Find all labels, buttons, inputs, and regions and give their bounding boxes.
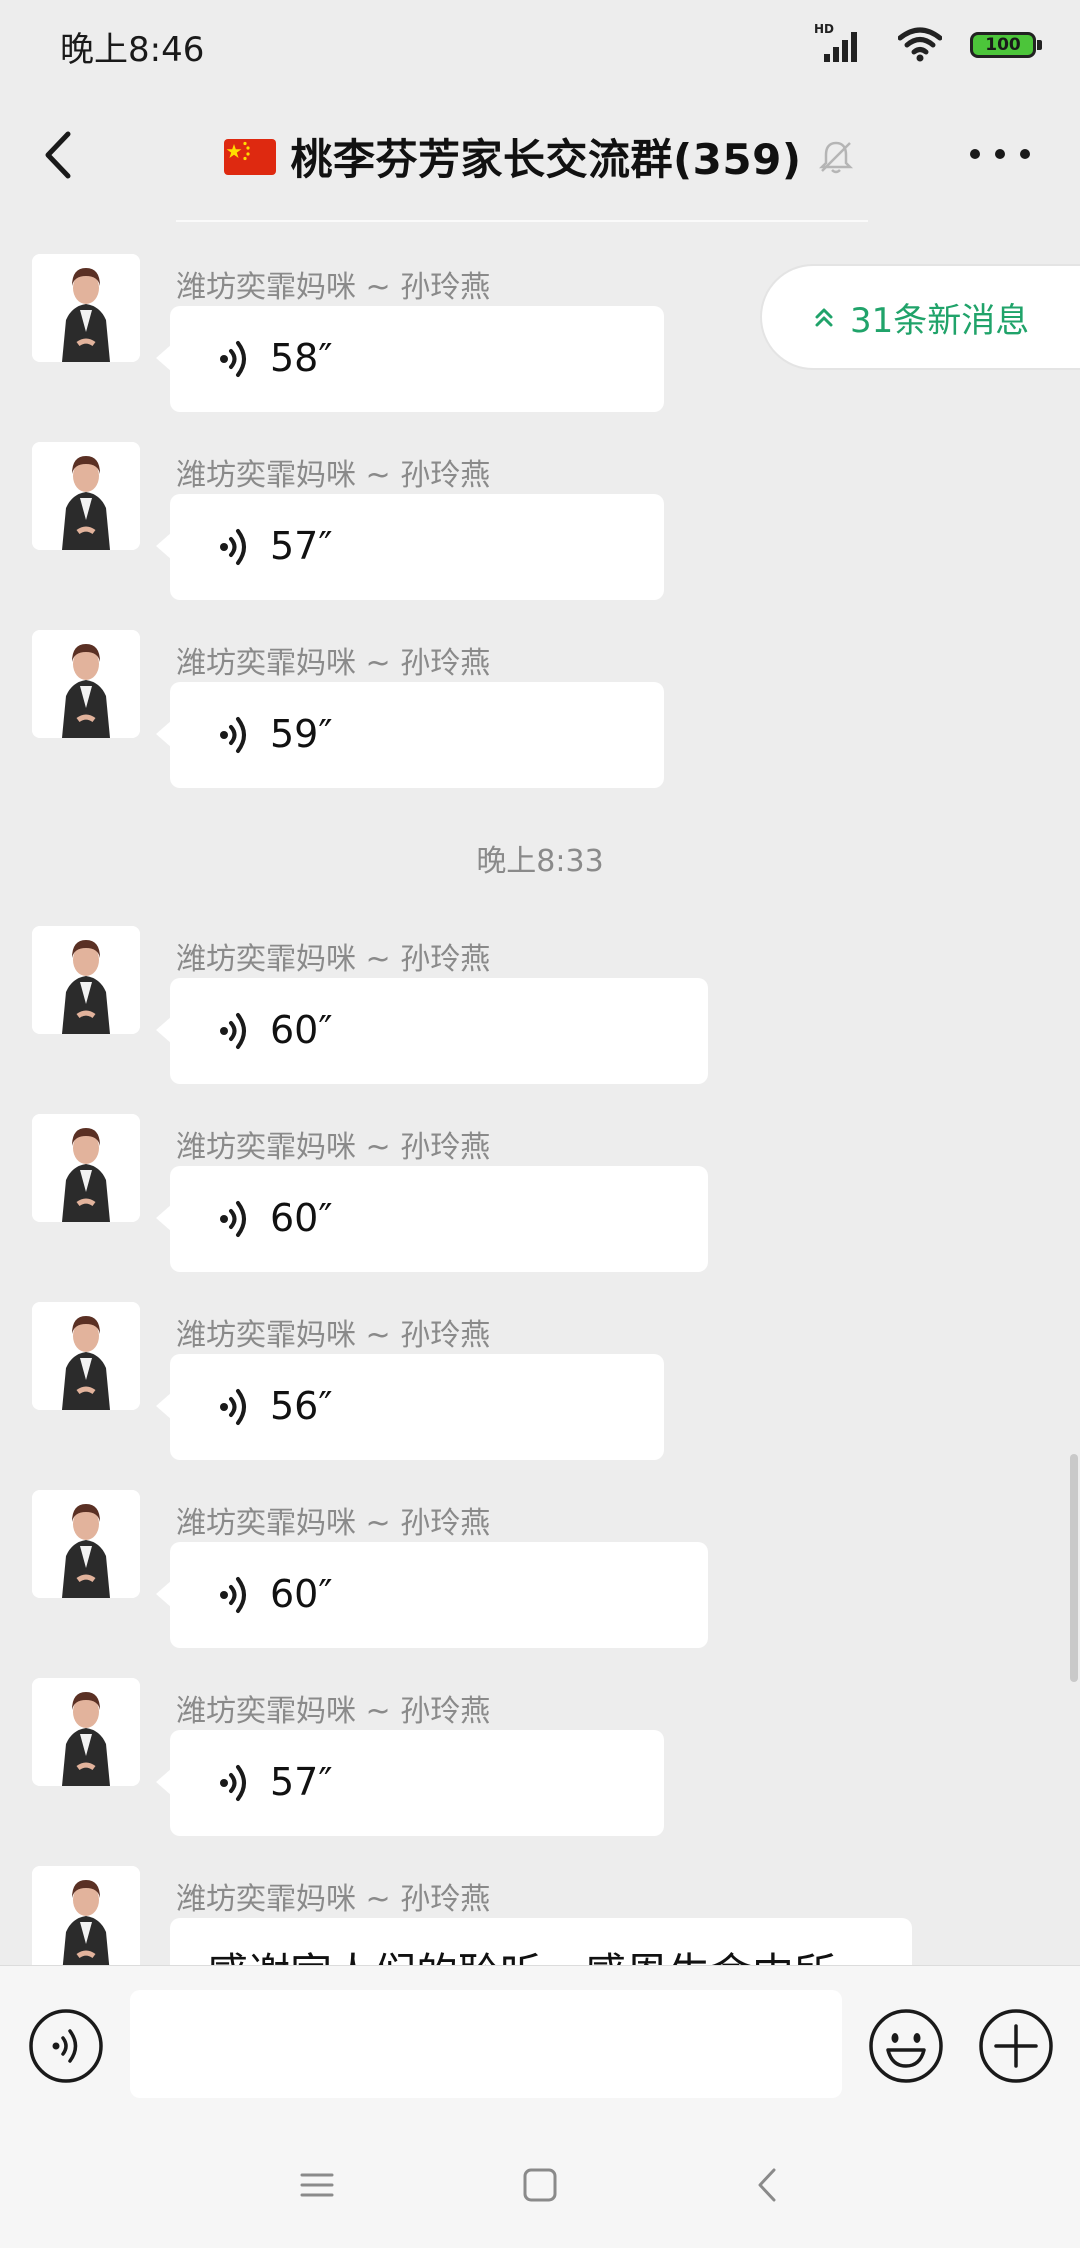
voice-duration: 57″ — [270, 524, 333, 568]
back-nav-icon[interactable] — [742, 2160, 792, 2210]
sender-name: 潍坊奕霏妈咪 ~ 孙玲燕 — [176, 1506, 491, 1541]
sender-name: 潍坊奕霏妈咪 ~ 孙玲燕 — [176, 1318, 491, 1353]
divider — [176, 220, 868, 222]
voice-duration: 60″ — [270, 1196, 333, 1240]
avatar[interactable] — [32, 1866, 140, 1965]
voice-playback-icon — [220, 529, 246, 565]
double-chevron-up-icon — [815, 308, 833, 327]
avatar[interactable] — [32, 1490, 140, 1598]
voice-playback-icon — [220, 1201, 246, 1237]
title-group[interactable]: 桃李芬芳家长交流群(359) — [0, 126, 1080, 187]
network-type-label: HD — [814, 22, 835, 36]
avatar[interactable] — [32, 254, 140, 362]
sender-name: 潍坊奕霏妈咪 ~ 孙玲燕 — [176, 646, 491, 681]
time-divider: 晚上8:33 — [476, 844, 604, 879]
cellular-signal-icon: HD — [814, 22, 860, 62]
avatar[interactable] — [32, 1114, 140, 1222]
voice-playback-icon — [220, 341, 246, 377]
avatar[interactable] — [32, 1678, 140, 1786]
voice-duration: 59″ — [270, 712, 333, 756]
china-flag-icon — [224, 138, 277, 175]
input-bar — [0, 1965, 1080, 2118]
bell-muted-icon — [818, 141, 853, 173]
voice-input-icon[interactable] — [28, 2008, 104, 2084]
voice-playback-icon — [220, 1765, 246, 1801]
voice-playback-icon — [220, 717, 246, 753]
plus-icon[interactable] — [978, 2008, 1054, 2084]
voice-message-bubble[interactable]: 60″ — [156, 978, 708, 1084]
avatar[interactable] — [32, 442, 140, 550]
avatar[interactable] — [32, 926, 140, 1034]
voice-message-bubble[interactable]: 57″ — [156, 494, 664, 600]
voice-playback-icon — [220, 1389, 246, 1425]
chat-header: 桃李芬芳家长交流群(359) — [0, 90, 1080, 220]
text-message-bubble[interactable]: 感谢家人们的聆听，感恩生命中所 — [170, 1918, 912, 1965]
page-title: 桃李芬芳家长交流群(359) — [290, 135, 802, 184]
message-text: 感谢家人们的聆听，感恩生命中所 — [206, 1940, 836, 1965]
chat-area[interactable]: 潍坊奕霏妈咪 ~ 孙玲燕 58″ 31条新消息 潍坊奕霏妈咪 ~ 孙玲燕 57″… — [0, 220, 1080, 1965]
voice-message-bubble[interactable]: 57″ — [156, 1730, 664, 1836]
system-nav-bar — [0, 2118, 1080, 2248]
voice-duration: 58″ — [270, 336, 333, 380]
avatar[interactable] — [32, 630, 140, 738]
battery-level: 100 — [985, 35, 1021, 55]
voice-message-bubble[interactable]: 58″ — [156, 306, 664, 412]
message-input[interactable] — [130, 1990, 842, 2098]
sender-name: 潍坊奕霏妈咪 ~ 孙玲燕 — [176, 1882, 491, 1917]
status-time: 晚上8:46 — [60, 30, 205, 70]
scrollbar[interactable] — [1070, 1454, 1078, 1682]
more-dots-icon[interactable] — [970, 142, 1030, 166]
list-item: 潍坊奕霏妈咪 ~ 孙玲燕 57″ — [0, 1678, 1080, 1848]
menu-icon[interactable] — [292, 2160, 342, 2210]
home-icon[interactable] — [515, 2160, 565, 2210]
list-item: 潍坊奕霏妈咪 ~ 孙玲燕 60″ — [0, 926, 1080, 1096]
status-bar: 晚上8:46 HD 100 — [0, 0, 1080, 90]
list-item: 潍坊奕霏妈咪 ~ 孙玲燕 60″ — [0, 1114, 1080, 1284]
voice-message-bubble[interactable]: 56″ — [156, 1354, 664, 1460]
new-messages-button[interactable]: 31条新消息 — [760, 264, 1080, 370]
voice-message-bubble[interactable]: 60″ — [156, 1542, 708, 1648]
sender-name: 潍坊奕霏妈咪 ~ 孙玲燕 — [176, 1694, 491, 1729]
sender-name: 潍坊奕霏妈咪 ~ 孙玲燕 — [176, 942, 491, 977]
list-item: 潍坊奕霏妈咪 ~ 孙玲燕 60″ — [0, 1490, 1080, 1660]
voice-message-bubble[interactable]: 59″ — [156, 682, 664, 788]
voice-duration: 56″ — [270, 1384, 333, 1428]
battery-icon: 100 — [970, 32, 1042, 58]
new-messages-label: 31条新消息 — [850, 300, 1030, 341]
voice-playback-icon — [220, 1577, 246, 1613]
emoji-icon[interactable] — [868, 2008, 944, 2084]
sender-name: 潍坊奕霏妈咪 ~ 孙玲燕 — [176, 458, 491, 493]
voice-duration: 60″ — [270, 1008, 333, 1052]
list-item: 潍坊奕霏妈咪 ~ 孙玲燕 感谢家人们的聆听，感恩生命中所 — [0, 1866, 1080, 1965]
list-item: 潍坊奕霏妈咪 ~ 孙玲燕 56″ — [0, 1302, 1080, 1472]
status-icons: HD 100 — [782, 22, 1042, 64]
voice-playback-icon — [220, 1013, 246, 1049]
avatar[interactable] — [32, 1302, 140, 1410]
sender-name: 潍坊奕霏妈咪 ~ 孙玲燕 — [176, 270, 491, 305]
list-item: 潍坊奕霏妈咪 ~ 孙玲燕 57″ — [0, 442, 1080, 612]
voice-duration: 60″ — [270, 1572, 333, 1616]
voice-duration: 57″ — [270, 1760, 333, 1804]
voice-message-bubble[interactable]: 60″ — [156, 1166, 708, 1272]
list-item: 潍坊奕霏妈咪 ~ 孙玲燕 59″ — [0, 630, 1080, 800]
sender-name: 潍坊奕霏妈咪 ~ 孙玲燕 — [176, 1130, 491, 1165]
wifi-icon — [898, 27, 942, 62]
